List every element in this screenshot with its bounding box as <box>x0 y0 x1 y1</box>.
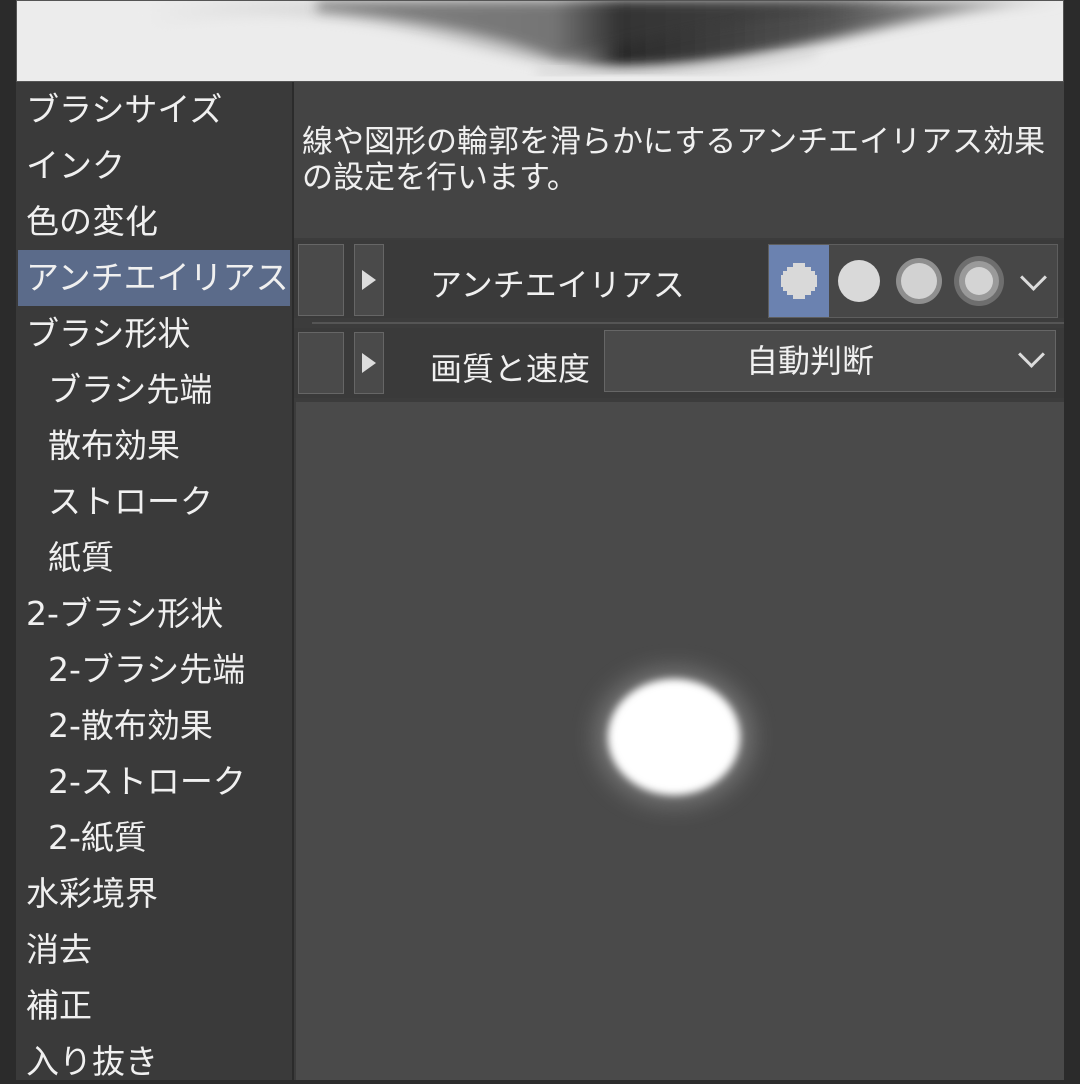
brush-stroke-preview <box>16 0 1064 82</box>
category-2-brush-shape[interactable]: 2-ブラシ形状 <box>16 586 292 642</box>
category-brush-size[interactable]: ブラシサイズ <box>16 82 292 138</box>
antialias-weak-option[interactable] <box>829 245 889 317</box>
category-watercolor-edge[interactable]: 水彩境界 <box>16 866 292 922</box>
category-spray-effect[interactable]: 散布効果 <box>16 418 292 474</box>
category-correction[interactable]: 補正 <box>16 978 292 1034</box>
circle-icon <box>838 260 880 302</box>
category-brush-shape[interactable]: ブラシ形状 <box>16 306 292 362</box>
description-area: 線や図形の輪郭を滑らかにするアンチエイリアス効果の設定を行います。 <box>294 82 1064 238</box>
category-2-stroke[interactable]: 2-ストローク <box>16 754 292 810</box>
expand-button[interactable] <box>354 332 384 394</box>
antialias-strong-option[interactable] <box>949 245 1009 317</box>
soft-circle-icon <box>896 258 942 304</box>
antialias-none-option[interactable] <box>769 245 829 317</box>
quality-value: 自動判断 <box>745 342 874 380</box>
chevron-down-icon <box>1018 341 1045 368</box>
expand-button[interactable] <box>354 244 384 316</box>
category-antialias[interactable]: アンチエイリアス <box>18 250 290 306</box>
row-divider <box>312 322 1064 324</box>
settings-panel: 線や図形の輪郭を滑らかにするアンチエイリアス効果の設定を行います。 アンチエイリ… <box>294 82 1064 1080</box>
category-2-spray-effect[interactable]: 2-散布効果 <box>16 698 292 754</box>
blurred-circle-icon <box>954 256 1004 306</box>
category-paper-texture[interactable]: 紙質 <box>16 530 292 586</box>
category-brush-tip[interactable]: ブラシ先端 <box>16 362 292 418</box>
category-list: ブラシサイズ インク 色の変化 アンチエイリアス ブラシ形状 ブラシ先端 散布効… <box>16 82 292 1080</box>
jagged-circle-icon <box>781 263 817 299</box>
category-2-brush-tip[interactable]: 2-ブラシ先端 <box>16 642 292 698</box>
antialias-dropdown-button[interactable] <box>1009 245 1057 317</box>
brush-tip-preview <box>296 402 1064 1080</box>
category-color-change[interactable]: 色の変化 <box>16 194 292 250</box>
category-ink[interactable]: インク <box>16 138 292 194</box>
category-erase[interactable]: 消去 <box>16 922 292 978</box>
chevron-down-icon <box>1019 263 1047 291</box>
antialias-level-selector[interactable] <box>768 244 1058 318</box>
quality-label: 画質と速度 <box>430 350 591 388</box>
category-start-end[interactable]: 入り抜き <box>16 1034 292 1080</box>
show-in-tool-property-box[interactable] <box>298 244 344 316</box>
antialias-medium-option[interactable] <box>889 245 949 317</box>
quality-setting-row: 画質と速度 自動判断 <box>294 328 1064 398</box>
antialias-setting-row: アンチエイリアス <box>294 240 1064 318</box>
expand-triangle-icon <box>362 353 376 373</box>
antialias-label: アンチエイリアス <box>430 266 685 304</box>
show-in-tool-property-box[interactable] <box>298 332 344 394</box>
expand-triangle-icon <box>362 270 376 290</box>
quality-dropdown[interactable]: 自動判断 <box>604 330 1056 392</box>
category-stroke[interactable]: ストローク <box>16 474 292 530</box>
description-text: 線や図形の輪郭を滑らかにするアンチエイリアス効果の設定を行います。 <box>302 124 1046 196</box>
category-2-paper-texture[interactable]: 2-紙質 <box>16 810 292 866</box>
